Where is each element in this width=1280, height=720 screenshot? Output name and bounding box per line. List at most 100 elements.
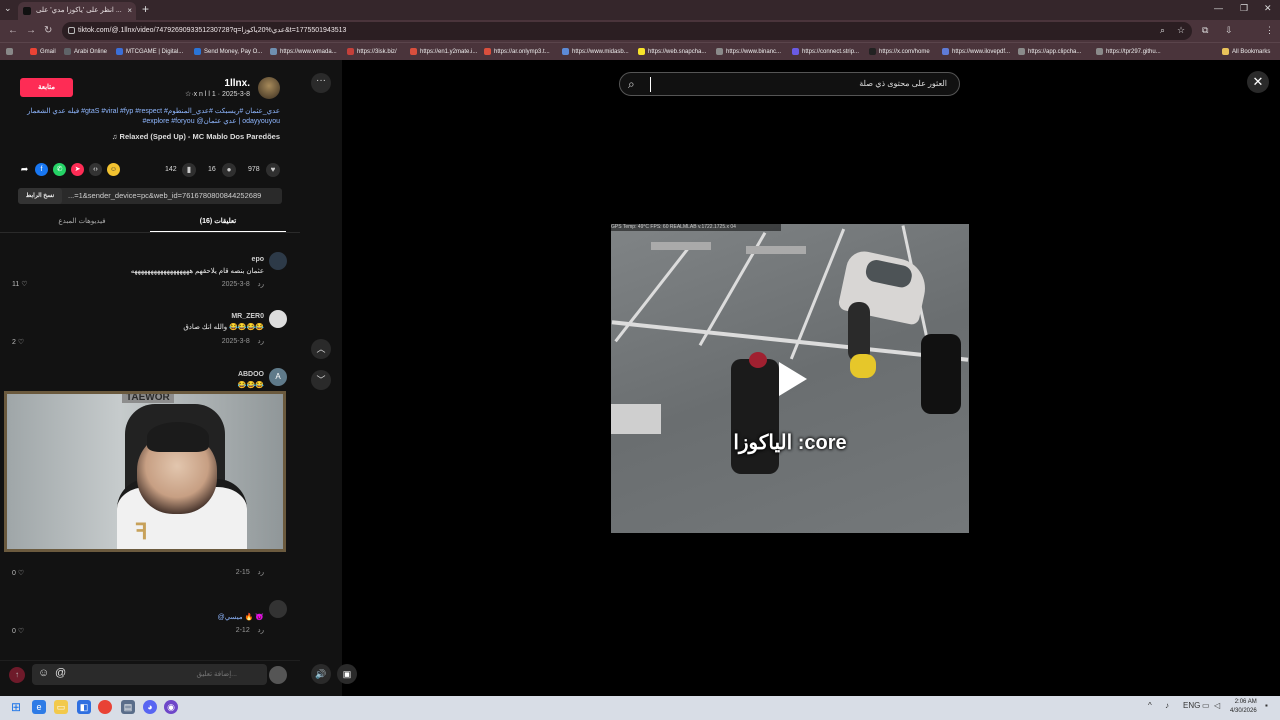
comment-avatar[interactable] <box>269 252 287 270</box>
bookmark-item[interactable]: Gmail <box>30 46 56 58</box>
new-tab-icon[interactable]: + <box>142 2 149 16</box>
reply-link[interactable]: رد <box>258 627 265 634</box>
bookmark-item[interactable]: https://3isk.biz/ <box>347 46 397 58</box>
app-icon[interactable]: ◉ <box>164 700 178 714</box>
mention-icon[interactable]: @ <box>55 667 66 679</box>
back-icon[interactable]: ← <box>8 25 18 36</box>
tab-close-icon[interactable]: × <box>127 2 132 20</box>
comment-heart-icon[interactable]: ♡ <box>18 628 24 635</box>
music-title[interactable]: ♫ Relaxed (Sped Up) - MC Mablo Dos Pared… <box>20 132 280 141</box>
tab-comments[interactable]: تعليقات (16) <box>150 212 286 232</box>
reply-link[interactable]: رد <box>258 281 265 288</box>
file-explorer-icon[interactable]: ▭ <box>54 700 68 714</box>
site-info-icon[interactable] <box>68 27 75 34</box>
facebook-icon[interactable]: f <box>35 163 48 176</box>
close-icon[interactable]: ✕ <box>1247 71 1269 93</box>
tab-search-icon[interactable]: ⌄ <box>4 3 12 14</box>
bookmark-item[interactable]: https://app.clipcha... <box>1018 46 1081 58</box>
post-comment-arrow-icon[interactable]: ↑ <box>9 667 25 683</box>
share-link-text[interactable]: ...=1&sender_device=pc&web_id=7616780800… <box>68 188 261 204</box>
bookmark-item[interactable]: https://www.wmada... <box>270 46 337 58</box>
chrome-icon[interactable] <box>98 700 112 714</box>
microphone-icon[interactable]: ♪ <box>1165 701 1169 710</box>
comment-input[interactable] <box>32 664 267 685</box>
comment-avatar[interactable] <box>269 310 287 328</box>
description-line-2[interactable]: #explore #foryou @عدي عثمان | odayyouyou <box>20 117 280 127</box>
share-arrow-icon[interactable]: ➦ <box>18 163 31 176</box>
system-clock[interactable]: 2:06 AM 4/30/2026 <box>1230 698 1257 716</box>
comment-avatar[interactable]: A <box>269 368 287 386</box>
previous-video-icon[interactable]: ︿ <box>311 339 331 359</box>
network-icon[interactable]: ▭ <box>1202 701 1210 710</box>
author-username[interactable]: 1llnx. <box>224 78 250 89</box>
speaker-icon[interactable]: ◁ <box>1214 701 1220 710</box>
bookmark-item[interactable]: https://ar.onlymp3.t... <box>484 46 550 58</box>
tab-creator-videos[interactable]: فيديوهات المبدع <box>14 212 150 232</box>
comment-heart-icon[interactable]: ♡ <box>18 339 24 346</box>
comment-username[interactable]: epo <box>252 256 264 263</box>
bookmark-icon[interactable]: ▮ <box>182 163 196 177</box>
send-icon[interactable]: ➤ <box>71 163 84 176</box>
minimize-icon[interactable]: — <box>1214 3 1223 13</box>
comment-like[interactable]: 0 ♡ <box>12 569 24 577</box>
tray-chevron-icon[interactable]: ^ <box>1148 701 1152 710</box>
next-video-icon[interactable]: ﹀ <box>311 370 331 390</box>
emoji-icon[interactable]: ☺ <box>38 667 49 679</box>
extensions-icon[interactable]: ⧉ <box>1202 25 1208 36</box>
comment-heart-icon[interactable]: ♡ <box>21 281 27 288</box>
all-bookmarks[interactable]: All Bookmarks <box>1222 46 1270 58</box>
store-icon[interactable]: ◧ <box>77 700 91 714</box>
comment-icon[interactable]: ● <box>222 163 236 177</box>
comment-like[interactable]: 11 ♡ <box>12 280 28 288</box>
miniplayer-icon[interactable]: ▣ <box>337 664 357 684</box>
comment-avatar[interactable] <box>269 600 287 618</box>
zoom-icon[interactable]: ⌕ <box>1160 25 1165 36</box>
edge-icon[interactable]: e <box>32 700 46 714</box>
search-icon[interactable]: ⌕ <box>628 77 635 92</box>
bookmark-item[interactable]: https://tpr297.githu... <box>1096 46 1161 58</box>
language-indicator[interactable]: ENG <box>1183 701 1200 710</box>
comment-username[interactable]: MR_ZER0 <box>231 313 264 320</box>
link-share-icon[interactable]: ☺ <box>107 163 120 176</box>
bookmark-item[interactable]: https://x.com/home <box>869 46 930 58</box>
bookmark-item[interactable]: https://www.midasb... <box>562 46 629 58</box>
embed-icon[interactable]: ‹› <box>89 163 102 176</box>
bookmark-item[interactable]: https://www.binanc... <box>716 46 781 58</box>
forward-icon[interactable]: → <box>26 25 36 36</box>
comment-like[interactable]: 2 ♡ <box>12 338 24 346</box>
reply-link[interactable]: رد <box>258 338 265 345</box>
copy-link-button[interactable]: نسخ الرابط <box>18 188 62 204</box>
whatsapp-icon[interactable]: ✆ <box>53 163 66 176</box>
heart-icon[interactable]: ♥ <box>266 163 280 177</box>
notes-icon[interactable]: ▤ <box>121 700 135 714</box>
comment-like[interactable]: 0 ♡ <box>12 627 24 635</box>
bookmark-item[interactable]: MTCGAME | Digital... <box>116 46 183 58</box>
reload-icon[interactable]: ↻ <box>44 25 52 36</box>
downloads-icon[interactable]: ⇩ <box>1225 25 1233 36</box>
bookmark-item[interactable]: https://web.snapcha... <box>638 46 706 58</box>
author-avatar[interactable] <box>258 77 280 99</box>
description-line-1[interactable]: فيله عدي الشعمار #gtaS #viral #fyp #resp… <box>20 107 280 117</box>
notification-icon[interactable]: ▪ <box>1265 701 1268 710</box>
window-close-icon[interactable]: ✕ <box>1264 3 1272 14</box>
bookmark-item[interactable]: https://www.ilovepdf... <box>942 46 1010 58</box>
menu-dots-icon[interactable]: ⋮ <box>1265 25 1274 36</box>
bookmark-item[interactable]: https://connect.strip... <box>792 46 859 58</box>
comment-heart-icon[interactable]: ♡ <box>18 570 24 577</box>
address-bar[interactable]: tiktok.com/@.1llnx/video/747926909335123… <box>62 22 1192 40</box>
more-options-icon[interactable]: ··· <box>311 73 331 93</box>
windows-start-icon[interactable]: ⊞ <box>9 700 23 714</box>
related-search-box[interactable]: ⌕ العثور على محتوى ذي صلة <box>619 72 960 96</box>
browser-tab[interactable]: انظر على 'ياكوزا مدي' على ... × <box>18 2 136 20</box>
follow-button[interactable]: متابعة <box>20 78 73 97</box>
comment-username[interactable]: ABDOO <box>238 371 264 378</box>
maximize-icon[interactable]: ❐ <box>1240 3 1248 14</box>
bookmark-item[interactable]: Send Money, Pay O... <box>194 46 262 58</box>
bookmark-star-icon[interactable]: ☆ <box>1177 25 1185 36</box>
discord-icon[interactable]: ◕ <box>143 700 157 714</box>
play-icon[interactable] <box>779 362 807 396</box>
bookmark-item[interactable]: Arabi Online <box>64 46 107 58</box>
reply-link[interactable]: رد <box>258 569 265 576</box>
bookmark-item[interactable]: https://en1.y2mate.i... <box>410 46 477 58</box>
volume-icon[interactable]: 🔊 <box>311 664 331 684</box>
